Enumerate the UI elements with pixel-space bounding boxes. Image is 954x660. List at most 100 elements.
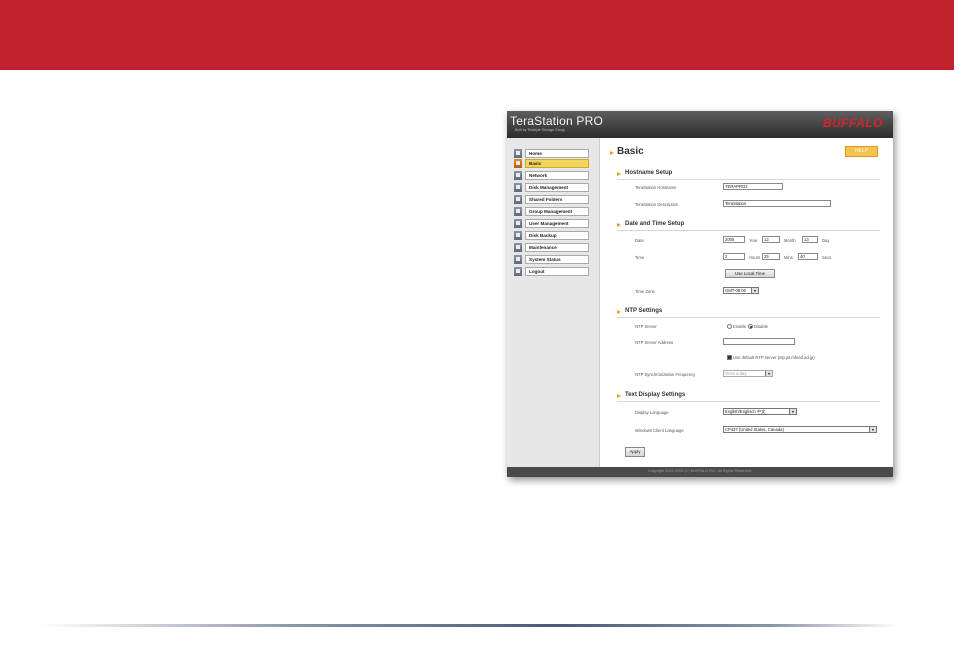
description-label: TeraStation Description — [635, 202, 679, 207]
ntp-address-input[interactable] — [723, 338, 795, 345]
sidebar-item-label: Group Management — [525, 207, 589, 216]
sidebar-item-group-management[interactable]: Group Management — [514, 207, 589, 216]
bullet-icon — [610, 151, 614, 155]
sidebar-item-label: Disk Management — [525, 183, 589, 192]
display-language-select[interactable]: English/Englisch 中文 ▾ — [723, 408, 797, 415]
secs-input[interactable]: 40 — [798, 253, 818, 260]
sidebar-item-label: Shared Folders — [525, 195, 589, 204]
sidebar-item-label: Maintenance — [525, 243, 589, 252]
sidebar-item-label: Basic — [525, 159, 589, 168]
folder-icon — [514, 195, 522, 204]
group-icon — [514, 207, 522, 216]
section-title-ntp: NTP Settings — [625, 308, 663, 314]
disk-icon — [514, 183, 522, 192]
display-language-label: Display Language — [635, 410, 669, 415]
default-ntp-label: Use default NTP server (ntp.jst.mfeed.ad… — [733, 355, 815, 360]
bullet-icon — [617, 172, 621, 176]
chevron-down-icon: ▾ — [789, 409, 796, 414]
sidebar: Home Basic Network Disk Management Share… — [507, 138, 600, 467]
status-icon — [514, 255, 522, 264]
description-input[interactable]: TeraStation — [723, 200, 831, 207]
display-language-value: English/Englisch 中文 — [725, 409, 766, 414]
sidebar-item-label: Logout — [525, 267, 589, 276]
sidebar-item-system-status[interactable]: System Status — [514, 255, 589, 264]
year-input[interactable]: 2005 — [723, 236, 745, 243]
hours-input[interactable]: 2 — [723, 253, 745, 260]
sidebar-item-disk-management[interactable]: Disk Management — [514, 183, 589, 192]
sidebar-item-network[interactable]: Network — [514, 171, 589, 180]
sidebar-item-logout[interactable]: Logout — [514, 267, 589, 276]
backup-icon — [514, 231, 522, 240]
timezone-label: Time Zone — [635, 289, 655, 294]
sidebar-item-home[interactable]: Home — [514, 149, 589, 158]
section-divider — [617, 317, 880, 318]
timezone-select[interactable]: GMT-08:00 ▾ — [723, 287, 759, 294]
terastation-screenshot: TeraStation PRO Built by Terabyte Storag… — [507, 111, 893, 477]
mins-unit: Mins — [784, 255, 793, 260]
default-ntp-checkbox[interactable] — [727, 355, 732, 360]
sidebar-item-label: System Status — [525, 255, 589, 264]
footer: Copyright 2002-2005 (C) BUFFALO INC. All… — [507, 467, 893, 477]
day-unit: Day — [822, 238, 830, 243]
windows-client-select[interactable]: CP437 (United States, Canada) ▾ — [723, 426, 877, 433]
sidebar-item-label: Home — [525, 149, 589, 158]
page-title: Basic — [617, 146, 644, 157]
chevron-down-icon: ▾ — [765, 371, 772, 376]
user-icon — [514, 219, 522, 228]
bullet-icon — [617, 223, 621, 227]
sidebar-item-label: Network — [525, 171, 589, 180]
sidebar-item-label: User Management — [525, 219, 589, 228]
ntp-address-label: NTP Server Address — [635, 340, 674, 345]
section-title-hostname: Hostname Setup — [625, 170, 673, 176]
ntp-frequency-select[interactable]: Once a day ▾ — [723, 370, 773, 377]
time-label: Time — [635, 255, 645, 260]
sidebar-item-disk-backup[interactable]: Disk Backup — [514, 231, 589, 240]
bottom-divider — [40, 624, 900, 627]
sidebar-item-maintenance[interactable]: Maintenance — [514, 243, 589, 252]
network-icon — [514, 171, 522, 180]
basic-icon — [514, 159, 522, 168]
ntp-enable-label: Enable — [733, 324, 747, 329]
section-title-date-time: Date and Time Setup — [625, 221, 685, 227]
chevron-down-icon: ▾ — [751, 288, 758, 293]
hours-unit: Hours — [749, 255, 761, 260]
top-banner — [0, 0, 954, 70]
sidebar-item-user-management[interactable]: User Management — [514, 219, 589, 228]
section-title-text-display: Text Display Settings — [625, 392, 686, 398]
hostname-input[interactable]: TERAPRO2 — [723, 183, 783, 190]
chevron-down-icon: ▾ — [869, 427, 876, 432]
apply-button[interactable]: Apply — [625, 447, 645, 457]
logout-icon — [514, 267, 522, 276]
hostname-label: TeraStation Hostname — [635, 185, 677, 190]
ntp-enable-radio[interactable] — [727, 324, 732, 329]
maintenance-icon — [514, 243, 522, 252]
section-divider — [617, 230, 880, 231]
sidebar-item-basic[interactable]: Basic — [514, 159, 589, 168]
ntp-disable-label: Disable — [754, 324, 768, 329]
mins-input[interactable]: 25 — [762, 253, 780, 260]
help-button[interactable]: HELP — [845, 146, 878, 157]
date-label: Date — [635, 238, 644, 243]
ntp-disable-radio[interactable] — [748, 324, 753, 329]
timezone-value: GMT-08:00 — [725, 288, 746, 293]
buffalo-logo: BUFFALO — [822, 116, 883, 130]
section-divider — [617, 401, 880, 402]
ntp-frequency-label: NTP Synchronization Frequency — [635, 372, 696, 377]
ntp-server-label: NTP Server — [635, 324, 657, 329]
sidebar-item-shared-folders[interactable]: Shared Folders — [514, 195, 589, 204]
app-header: TeraStation PRO Built by Terabyte Storag… — [507, 111, 893, 138]
use-local-time-button[interactable]: Use Local Time — [725, 269, 775, 278]
copyright-text: Copyright 2002-2005 (C) BUFFALO INC. All… — [647, 469, 753, 473]
secs-unit: Secs — [822, 255, 832, 260]
month-input[interactable]: 12 — [762, 236, 780, 243]
main-content: Basic HELP Hostname Setup TeraStation Ho… — [599, 138, 893, 467]
ntp-frequency-value: Once a day — [725, 371, 747, 376]
section-divider — [617, 179, 880, 180]
bullet-icon — [617, 310, 621, 314]
home-icon — [514, 149, 522, 158]
windows-client-value: CP437 (United States, Canada) — [725, 427, 784, 432]
sidebar-item-label: Disk Backup — [525, 231, 589, 240]
brand-subtitle: Built by Terabyte Storage Group — [515, 128, 565, 132]
day-input[interactable]: 13 — [802, 236, 818, 243]
bullet-icon — [617, 394, 621, 398]
